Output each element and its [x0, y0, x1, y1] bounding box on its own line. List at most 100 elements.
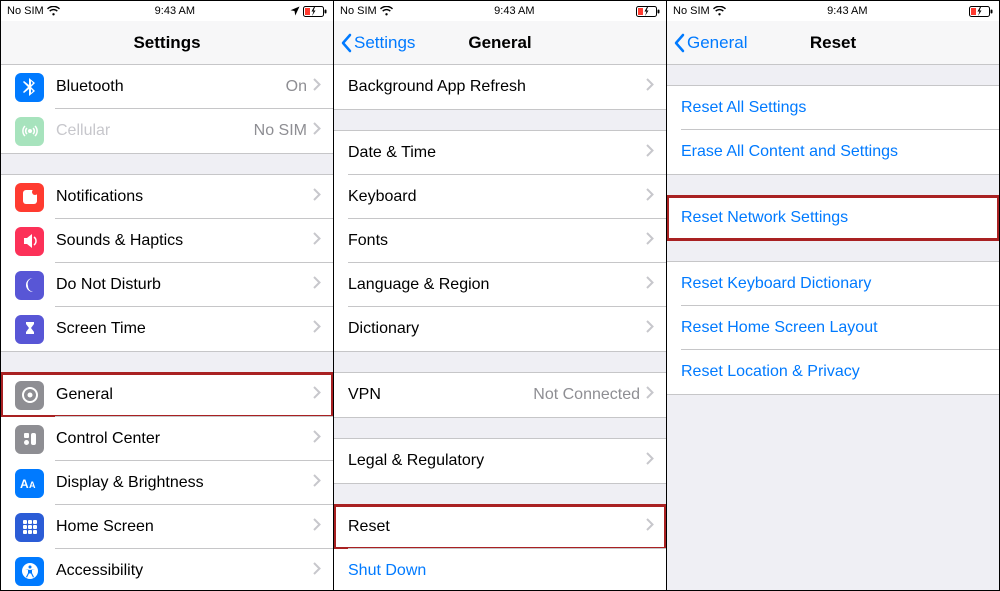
group: General Control Center AA Display & Brig…	[1, 372, 333, 590]
status-bar: No SIM 9:43 AM	[667, 1, 999, 21]
row-reset-network[interactable]: Reset Network Settings	[667, 196, 999, 240]
page-title: Settings	[133, 33, 200, 53]
battery-charging-icon	[303, 6, 327, 17]
row-label: Erase All Content and Settings	[681, 143, 987, 161]
row-reset-home[interactable]: Reset Home Screen Layout	[667, 306, 999, 350]
row-shutdown[interactable]: Shut Down	[334, 549, 666, 590]
row-value: On	[286, 78, 307, 96]
row-label: Sounds & Haptics	[56, 232, 313, 250]
row-label: Keyboard	[348, 188, 646, 206]
carrier-label: No SIM	[673, 5, 710, 17]
row-label: Cellular	[56, 122, 254, 140]
pane-general: No SIM 9:43 AM Settings General Backgrou…	[334, 1, 667, 590]
chevron-left-icon	[673, 33, 685, 53]
row-reset-all[interactable]: Reset All Settings	[667, 86, 999, 130]
group: Date & Time Keyboard Fonts Language & Re…	[334, 130, 666, 352]
row-language[interactable]: Language & Region	[334, 263, 666, 307]
battery-charging-icon	[969, 6, 993, 17]
row-screentime[interactable]: Screen Time	[1, 307, 333, 351]
status-bar: No SIM 9:43 AM	[334, 1, 666, 21]
group: Notifications Sounds & Haptics Do Not Di…	[1, 174, 333, 352]
row-display[interactable]: AA Display & Brightness	[1, 461, 333, 505]
status-bar: No SIM 9:43 AM	[1, 1, 333, 21]
reset-list[interactable]: Reset All Settings Erase All Content and…	[667, 65, 999, 590]
chevron-right-icon	[313, 474, 321, 492]
group: Reset All Settings Erase All Content and…	[667, 85, 999, 175]
row-dnd[interactable]: Do Not Disturb	[1, 263, 333, 307]
row-homescreen[interactable]: Home Screen	[1, 505, 333, 549]
row-label: Reset Keyboard Dictionary	[681, 275, 987, 293]
carrier-label: No SIM	[7, 5, 44, 17]
chevron-right-icon	[313, 430, 321, 448]
chevron-right-icon	[313, 320, 321, 338]
row-general[interactable]: General	[1, 373, 333, 417]
row-notifications[interactable]: Notifications	[1, 175, 333, 219]
row-vpn[interactable]: VPN Not Connected	[334, 373, 666, 417]
chevron-right-icon	[646, 320, 654, 338]
row-legal[interactable]: Legal & Regulatory	[334, 439, 666, 483]
row-reset-keyboard[interactable]: Reset Keyboard Dictionary	[667, 262, 999, 306]
general-list[interactable]: Background App Refresh Date & Time Keybo…	[334, 65, 666, 590]
settings-list[interactable]: Bluetooth On Cellular No SIM Notificatio…	[1, 65, 333, 590]
group: VPN Not Connected	[334, 372, 666, 418]
row-reset[interactable]: Reset	[334, 505, 666, 549]
chevron-right-icon	[646, 276, 654, 294]
row-label: Display & Brightness	[56, 474, 313, 492]
chevron-right-icon	[646, 144, 654, 162]
back-label: General	[687, 33, 747, 53]
row-datetime[interactable]: Date & Time	[334, 131, 666, 175]
group: Background App Refresh	[334, 65, 666, 110]
chevron-right-icon	[646, 452, 654, 470]
row-controlcenter[interactable]: Control Center	[1, 417, 333, 461]
wifi-icon	[47, 6, 60, 16]
row-label: Screen Time	[56, 320, 313, 338]
carrier-label: No SIM	[340, 5, 377, 17]
row-value: Not Connected	[533, 386, 640, 404]
chevron-right-icon	[313, 232, 321, 250]
time-label: 9:43 AM	[494, 5, 534, 17]
page-title: Reset	[810, 33, 856, 53]
row-fonts[interactable]: Fonts	[334, 219, 666, 263]
group: Reset Keyboard Dictionary Reset Home Scr…	[667, 261, 999, 395]
cellular-icon	[15, 117, 44, 146]
row-label: Date & Time	[348, 144, 646, 162]
row-label: Background App Refresh	[348, 78, 646, 96]
nav-bar: General Reset	[667, 21, 999, 65]
wifi-icon	[380, 6, 393, 16]
row-sounds[interactable]: Sounds & Haptics	[1, 219, 333, 263]
row-accessibility[interactable]: Accessibility	[1, 549, 333, 590]
row-label: Shut Down	[348, 562, 654, 580]
chevron-right-icon	[313, 562, 321, 580]
time-label: 9:43 AM	[155, 5, 195, 17]
chevron-right-icon	[646, 78, 654, 96]
chevron-right-icon	[313, 78, 321, 96]
back-button[interactable]: General	[673, 33, 747, 53]
row-label: Fonts	[348, 232, 646, 250]
group: Bluetooth On Cellular No SIM	[1, 65, 333, 154]
accessibility-icon	[15, 557, 44, 586]
chevron-right-icon	[313, 386, 321, 404]
back-button[interactable]: Settings	[340, 33, 415, 53]
row-label: Bluetooth	[56, 78, 286, 96]
row-label: Reset	[348, 518, 646, 536]
notifications-icon	[15, 183, 44, 212]
row-erase-all[interactable]: Erase All Content and Settings	[667, 130, 999, 174]
row-label: Reset Home Screen Layout	[681, 319, 987, 337]
row-label: VPN	[348, 386, 533, 404]
row-cellular[interactable]: Cellular No SIM	[1, 109, 333, 153]
row-keyboard[interactable]: Keyboard	[334, 175, 666, 219]
group: Reset Shut Down	[334, 504, 666, 590]
row-label: Home Screen	[56, 518, 313, 536]
row-label: Dictionary	[348, 320, 646, 338]
pane-reset: No SIM 9:43 AM General Reset Reset All S…	[667, 1, 999, 590]
row-label: Language & Region	[348, 276, 646, 294]
row-label: Control Center	[56, 430, 313, 448]
row-bg-refresh[interactable]: Background App Refresh	[334, 65, 666, 109]
row-bluetooth[interactable]: Bluetooth On	[1, 65, 333, 109]
wifi-icon	[713, 6, 726, 16]
row-dictionary[interactable]: Dictionary	[334, 307, 666, 351]
row-value: No SIM	[254, 122, 307, 140]
chevron-right-icon	[646, 188, 654, 206]
row-reset-location[interactable]: Reset Location & Privacy	[667, 350, 999, 394]
hourglass-icon	[15, 315, 44, 344]
